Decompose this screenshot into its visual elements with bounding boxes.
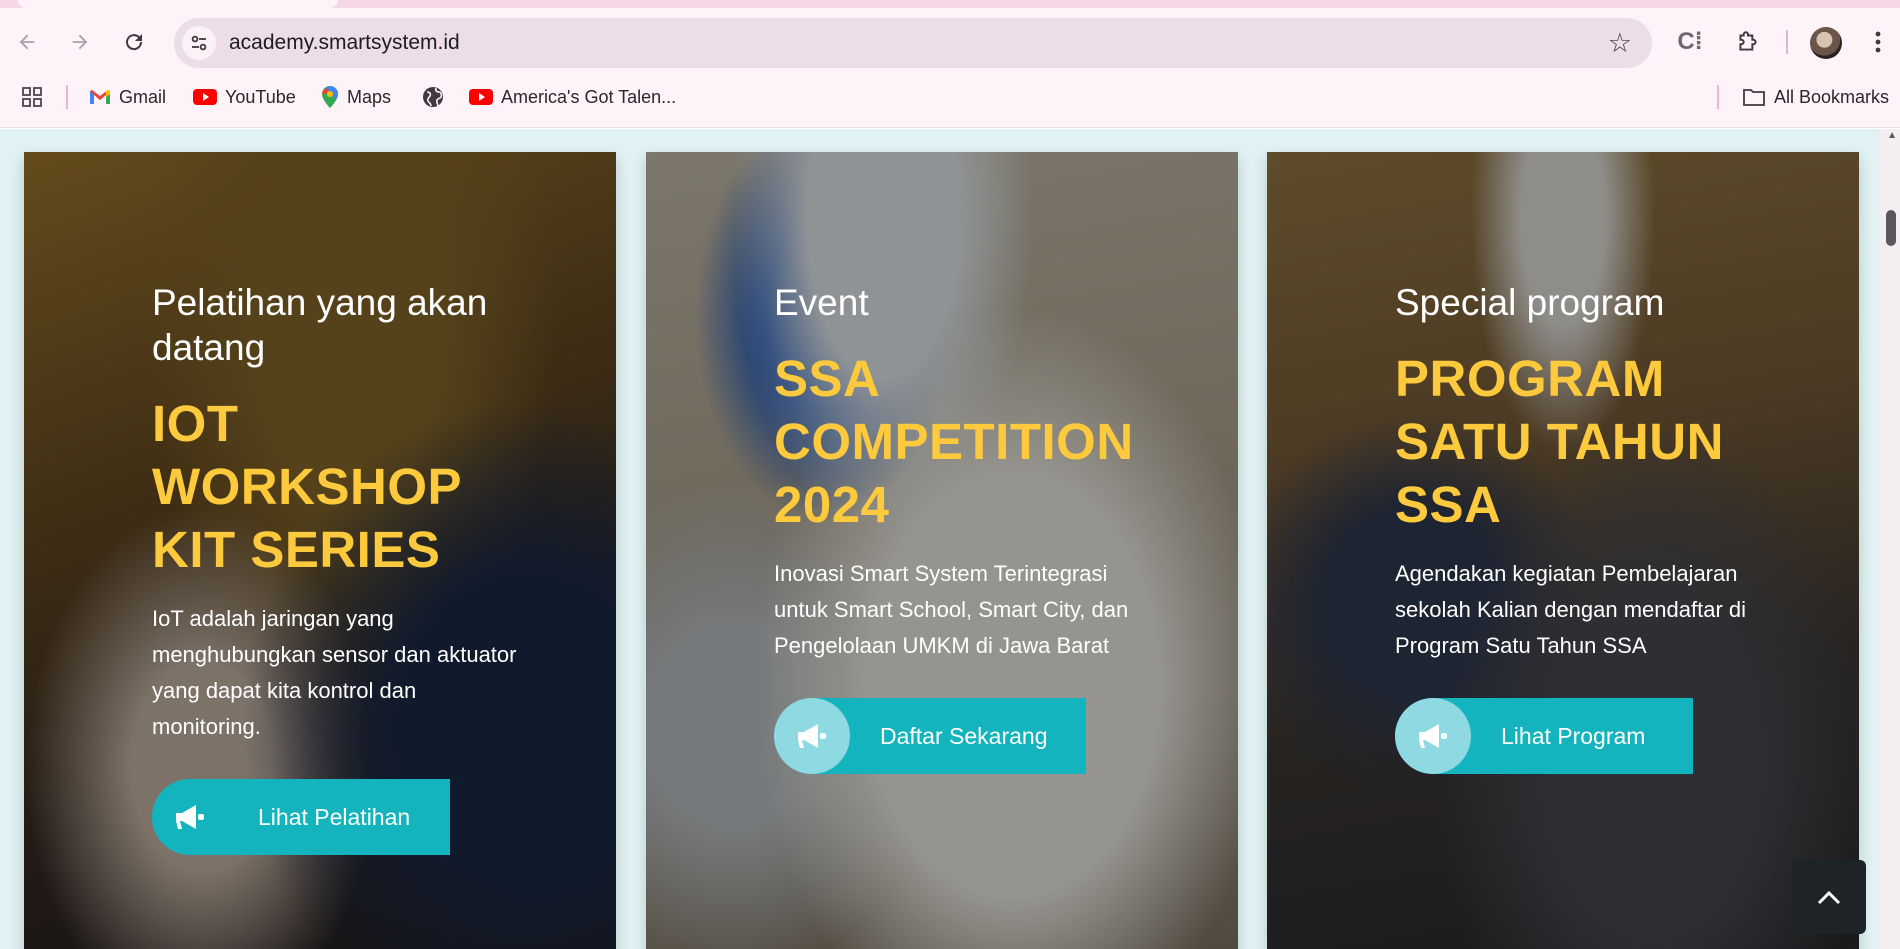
daftar-sekarang-button[interactable]: Daftar Sekarang	[774, 698, 1086, 774]
chevron-up-icon	[1817, 890, 1841, 905]
megaphone-icon	[1395, 698, 1471, 774]
scroll-up-arrow-icon[interactable]: ▲	[1887, 130, 1897, 141]
browser-chrome: academy.smartsystem.id ☆ C⁞ Gmail YouTub…	[0, 0, 1900, 128]
card-title: SSA COMPETITION 2024	[774, 350, 1134, 533]
folder-icon	[1742, 87, 1766, 107]
card-subtitle: Pelatihan yang akan datang	[152, 282, 488, 368]
lihat-program-button[interactable]: Lihat Program	[1395, 698, 1693, 774]
address-bar[interactable]: academy.smartsystem.id ☆	[174, 18, 1652, 68]
arrow-left-icon	[19, 34, 35, 50]
menu-kebab-icon[interactable]	[1860, 24, 1896, 60]
megaphone-icon	[152, 779, 228, 855]
card-description: IoT adalah jaringan yang menghubungkan s…	[152, 606, 517, 739]
lihat-pelatihan-button[interactable]: Lihat Pelatihan	[152, 779, 450, 855]
button-label: Daftar Sekarang	[880, 722, 1048, 749]
page-content: Pelatihan yang akan datang IOT WORKSHOP …	[0, 129, 1900, 949]
reload-button[interactable]	[116, 24, 152, 60]
card-title: PROGRAM SATU TAHUN SSA	[1395, 350, 1724, 533]
card-content: Special program PROGRAM SATU TAHUN SSA A…	[1395, 280, 1795, 774]
card-content: Pelatihan yang akan datang IOT WORKSHOP …	[152, 280, 552, 855]
arrow-right-icon	[72, 34, 88, 50]
bookmarks-bar: Gmail YouTube Maps America's Got Talen..…	[0, 82, 1900, 112]
card-event: Event SSA COMPETITION 2024 Inovasi Smart…	[646, 152, 1238, 949]
card-special-program: Special program PROGRAM SATU TAHUN SSA A…	[1267, 152, 1859, 949]
active-tab[interactable]	[18, 0, 338, 8]
youtube-icon	[193, 88, 217, 106]
card-description: Inovasi Smart System Terintegrasi untuk …	[774, 561, 1129, 658]
site-info-button[interactable]	[182, 26, 216, 60]
youtube-icon	[469, 88, 493, 106]
maps-icon	[321, 85, 339, 109]
globe-icon	[422, 86, 444, 108]
tab-strip	[0, 0, 1900, 8]
bookmark-star-icon[interactable]: ☆	[1608, 28, 1632, 58]
profile-avatar[interactable]	[1810, 27, 1842, 59]
button-label: Lihat Program	[1501, 722, 1646, 749]
card-subtitle: Event	[774, 282, 869, 323]
bookmarks-divider	[1717, 85, 1719, 109]
card-subtitle: Special program	[1395, 282, 1665, 323]
tune-icon	[191, 35, 207, 51]
card-upcoming-training: Pelatihan yang akan datang IOT WORKSHOP …	[24, 152, 616, 949]
vertical-scrollbar[interactable]	[1880, 129, 1900, 949]
bookmark-americas-got-talent[interactable]: America's Got Talen...	[469, 82, 676, 112]
extension-c-icon[interactable]: C⁞	[1672, 24, 1708, 60]
back-to-top-button[interactable]	[1792, 860, 1866, 934]
bookmark-maps[interactable]: Maps	[321, 82, 391, 112]
bookmark-gmail[interactable]: Gmail	[89, 82, 166, 112]
bookmark-youtube[interactable]: YouTube	[193, 82, 296, 112]
back-button[interactable]	[9, 24, 45, 60]
bookmark-globe[interactable]	[422, 82, 452, 112]
toolbar-divider	[1786, 30, 1788, 54]
card-description: Agendakan kegiatan Pembelajaran sekolah …	[1395, 561, 1747, 658]
reload-icon	[126, 34, 143, 51]
url-text[interactable]: academy.smartsystem.id	[229, 31, 460, 55]
card-content: Event SSA COMPETITION 2024 Inovasi Smart…	[774, 280, 1174, 774]
button-label: Lihat Pelatihan	[258, 803, 411, 830]
forward-button[interactable]	[62, 24, 98, 60]
all-bookmarks-button[interactable]: All Bookmarks	[1742, 82, 1889, 112]
apps-grid-icon[interactable]	[20, 82, 44, 112]
scrollbar-thumb[interactable]	[1886, 210, 1896, 246]
bookmarks-divider	[66, 85, 68, 109]
card-title: IOT WORKSHOP KIT SERIES	[152, 395, 462, 578]
extensions-puzzle-icon[interactable]	[1730, 24, 1766, 60]
megaphone-icon	[774, 698, 850, 774]
gmail-icon	[89, 88, 111, 106]
